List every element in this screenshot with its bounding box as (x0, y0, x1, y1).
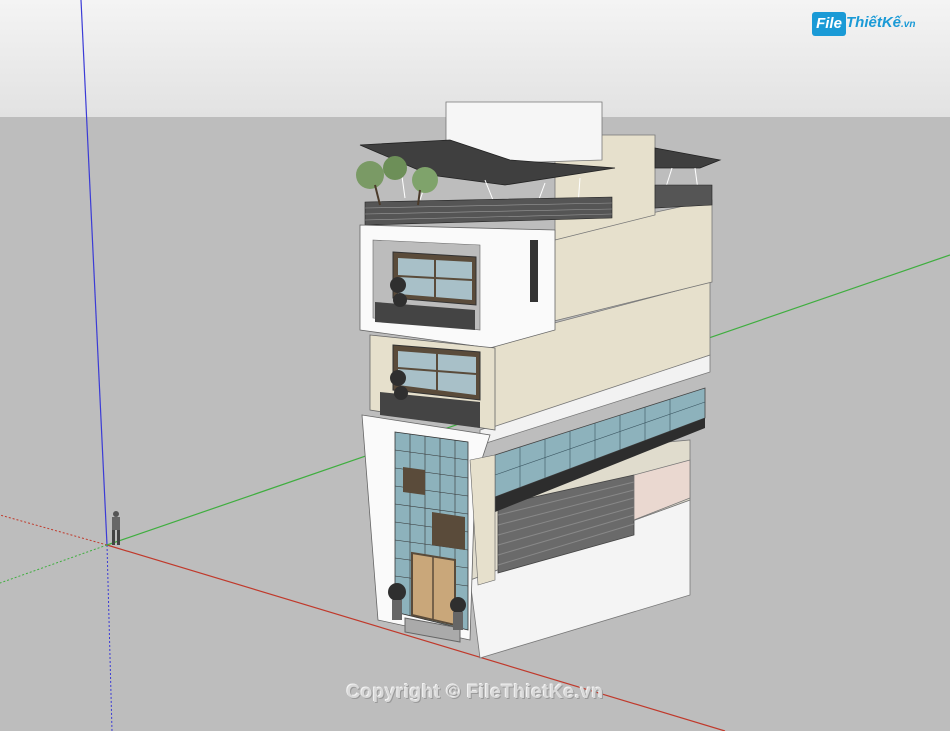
small-window (403, 467, 425, 495)
logo-badge: File (812, 12, 846, 36)
slot-window (530, 240, 538, 302)
modeling-viewport[interactable]: File ThiếtKế.vn Copyright © FileThietKe.… (0, 0, 950, 731)
logo-text-main: ThiếtKế (846, 14, 902, 31)
blue-axis-line (80, 0, 108, 546)
roof-railing-right (654, 184, 713, 209)
person-scale-figure-icon[interactable] (112, 511, 120, 545)
building-model[interactable] (356, 101, 722, 659)
logo-tld: .vn (901, 19, 916, 30)
logo-text: ThiếtKế.vn (846, 14, 915, 31)
brand-logo: File ThiếtKế.vn (812, 10, 922, 40)
roof-canopy-right (654, 147, 722, 169)
mid-window (432, 512, 465, 550)
copyright-watermark: Copyright © FileThietKe.vn (346, 682, 604, 703)
red-axis-dotted (0, 514, 108, 546)
green-axis-dotted (0, 544, 108, 584)
scene-canvas[interactable] (0, 0, 950, 731)
